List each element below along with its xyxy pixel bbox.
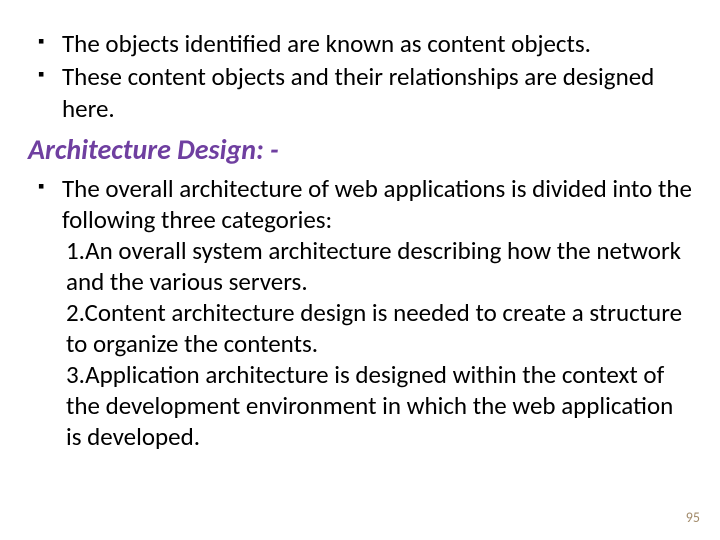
numbered-item: 1.An overall system architecture describ…	[66, 235, 692, 297]
numbered-item: 3.Application architecture is designed w…	[66, 359, 692, 452]
section-heading: Architecture Design: -	[28, 132, 692, 167]
top-bullet-list: The objects identified are known as cont…	[28, 28, 692, 124]
slide: The objects identified are known as cont…	[0, 0, 720, 540]
lead-text: The overall architecture of web applicat…	[62, 173, 692, 235]
list-item: These content objects and their relation…	[62, 61, 692, 124]
numbered-item: 2.Content architecture design is needed …	[66, 297, 692, 359]
body-bullet-list: The overall architecture of web applicat…	[28, 173, 692, 452]
list-item: The objects identified are known as cont…	[62, 28, 692, 59]
page-number: 95	[686, 509, 700, 526]
list-item: The overall architecture of web applicat…	[62, 173, 692, 452]
